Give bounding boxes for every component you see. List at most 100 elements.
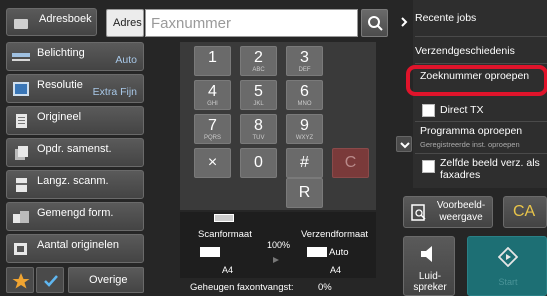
send-size-value: A4	[330, 265, 342, 275]
play-arrow-icon	[273, 257, 279, 263]
same-image-label: Zelfde beeld verz. als faxadres	[440, 157, 540, 181]
original-label: Origineel	[37, 111, 82, 123]
key-2-letters: ABC	[252, 67, 265, 73]
chevron-right-icon	[401, 17, 408, 27]
search-button[interactable]	[361, 9, 388, 37]
key-8[interactable]: 8 TUV	[240, 114, 277, 144]
original-count-label: Aantal originelen	[37, 239, 119, 251]
key-7[interactable]: 7 PQRS	[194, 114, 231, 144]
slow-scan-icon	[16, 178, 27, 192]
document-icon	[16, 114, 27, 128]
send-paper-icon	[307, 247, 327, 257]
preview-button[interactable]: Voorbeeld-weergave	[403, 196, 493, 228]
program-recall-link[interactable]: Programma oproepen	[420, 125, 547, 137]
speaker-label: Luid-spreker	[413, 271, 447, 293]
resolution-button[interactable]: Resolutie Extra Fijn	[6, 74, 144, 103]
same-image-checkbox[interactable]	[422, 160, 435, 173]
send-history-link[interactable]: Verzendgeschiedenis	[415, 45, 547, 57]
clear-all-label: CA	[513, 203, 536, 220]
scroll-down-button[interactable]	[396, 136, 412, 152]
exposure-value: Auto	[115, 54, 137, 66]
original-button[interactable]: Origineel	[6, 106, 144, 135]
redial-key-label: R	[298, 184, 311, 201]
star-icon	[12, 273, 30, 289]
fax-memory-label: Geheugen faxontvangst:	[190, 282, 294, 293]
key-3[interactable]: 3 DEF	[286, 46, 323, 76]
checkmark-icon	[44, 275, 58, 287]
key-5-digit: 5	[254, 83, 263, 100]
divider	[415, 153, 547, 154]
address-book-label: Adresboek	[39, 13, 92, 25]
key-5-letters: JKL	[253, 101, 264, 107]
slow-scan-label: Langz. scanm.	[37, 175, 109, 187]
job-build-button[interactable]: Opdr. samenst.	[6, 138, 144, 167]
mixed-size-icon	[13, 211, 29, 223]
address-book-icon	[14, 19, 28, 29]
scan-paper-icon	[200, 247, 220, 257]
scan-size-value: A4	[222, 265, 234, 275]
exposure-icon	[12, 53, 30, 61]
key-9-letters: WXYZ	[295, 135, 314, 141]
exposure-button[interactable]: Belichting Auto	[6, 42, 144, 71]
resolution-value: Extra Fijn	[92, 86, 137, 98]
expand-panel-button[interactable]	[396, 8, 412, 36]
search-icon	[368, 16, 383, 31]
key-5[interactable]: 5 JKL	[240, 80, 277, 110]
divider	[415, 63, 547, 64]
key-8-digit: 8	[254, 117, 263, 134]
key-7-digit: 7	[208, 117, 217, 134]
speaker-button[interactable]: Luid-spreker	[403, 236, 455, 296]
send-mode-value: Auto	[329, 247, 349, 258]
key-0-digit: 0	[254, 154, 263, 171]
check-button[interactable]	[36, 267, 64, 293]
program-recall-sub: Geregistreerde inst. oproepen	[420, 140, 520, 149]
key-hash[interactable]: #	[286, 148, 323, 178]
divider	[415, 121, 547, 122]
chevron-down-icon	[400, 142, 410, 149]
key-hash-symbol: #	[300, 154, 309, 171]
speaker-icon	[421, 246, 432, 262]
key-4-digit: 4	[208, 83, 217, 100]
key-0[interactable]: 0	[240, 148, 277, 178]
preview-icon	[411, 204, 426, 221]
key-9[interactable]: 9 WXYZ	[286, 114, 323, 144]
scanner-icon	[214, 214, 234, 222]
original-count-button[interactable]: Aantal originelen	[6, 234, 144, 263]
recent-jobs-link[interactable]: Recente jobs	[415, 12, 547, 24]
start-icon	[498, 247, 518, 267]
key-1[interactable]: 1	[194, 46, 231, 76]
job-build-label: Opdr. samenst.	[37, 143, 112, 155]
address-book-button[interactable]: Adresboek	[6, 8, 97, 36]
key-6-letters: MNO	[297, 101, 312, 107]
favorite-button[interactable]	[6, 267, 34, 293]
others-button[interactable]: Overige	[68, 267, 144, 293]
mixed-size-button[interactable]: Gemengd form.	[6, 202, 144, 231]
key-2[interactable]: 2 ABC	[240, 46, 277, 76]
speed-dial-recall-link[interactable]: Zoeknummer oproepen	[420, 70, 540, 82]
key-8-letters: TUV	[252, 135, 265, 141]
key-4[interactable]: 4 GHI	[194, 80, 231, 110]
clear-key[interactable]: C	[332, 148, 369, 178]
resolution-label: Resolutie	[37, 79, 83, 91]
fax-memory-value: 0%	[318, 282, 332, 293]
address-button[interactable]: Adres	[106, 9, 144, 37]
key-3-letters: DEF	[298, 67, 311, 73]
fax-number-placeholder: Faxnummer	[151, 15, 232, 32]
start-button[interactable]: Start	[467, 236, 547, 296]
exposure-label: Belichting	[37, 47, 85, 59]
counter-icon	[14, 243, 27, 255]
fax-screen: Adresboek Adres Faxnummer Belichting Aut…	[0, 0, 547, 296]
key-2-digit: 2	[254, 49, 263, 66]
divider	[415, 36, 547, 37]
fax-number-input[interactable]: Faxnummer	[145, 9, 358, 37]
start-label: Start	[498, 277, 518, 287]
slow-scan-button[interactable]: Langz. scanm.	[6, 170, 144, 199]
others-label: Overige	[89, 274, 128, 286]
mixed-size-label: Gemengd form.	[37, 207, 114, 219]
stacked-pages-icon	[15, 146, 28, 160]
redial-key[interactable]: R	[286, 178, 323, 208]
key-6[interactable]: 6 MNO	[286, 80, 323, 110]
clear-all-button[interactable]: CA	[503, 196, 547, 228]
direct-tx-checkbox[interactable]	[422, 104, 435, 117]
key-star[interactable]: ×	[194, 148, 231, 178]
